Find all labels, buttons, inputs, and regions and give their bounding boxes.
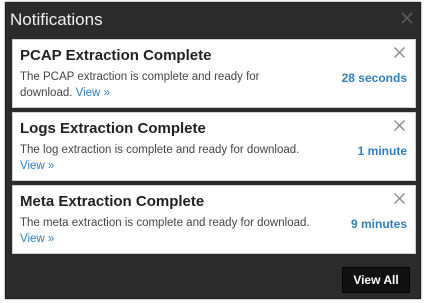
notification-text: The PCAP extraction is complete and read… [20, 71, 260, 99]
view-all-button[interactable]: View All [342, 267, 410, 293]
notification-text: The meta extraction is complete and read… [20, 217, 310, 229]
view-link[interactable]: View » [20, 160, 54, 172]
notification-title: PCAP Extraction Complete [20, 47, 212, 64]
panel-title: Notifications [10, 10, 103, 29]
notification-text: The log extraction is complete and ready… [20, 144, 300, 156]
notification-card: PCAP Extraction Complete The PCAP extrac… [12, 39, 416, 108]
view-link[interactable]: View » [20, 233, 54, 245]
dismiss-icon[interactable] [393, 46, 406, 59]
notification-title: Meta Extraction Complete [20, 193, 205, 210]
dismiss-icon[interactable] [393, 119, 406, 132]
close-icon[interactable] [400, 11, 414, 25]
panel-header: Notifications [6, 3, 420, 35]
dismiss-icon[interactable] [393, 192, 406, 205]
view-link[interactable]: View » [76, 87, 110, 99]
notification-card: Logs Extraction Complete The log extract… [12, 112, 416, 181]
notification-card: Meta Extraction Complete The meta extrac… [12, 185, 416, 254]
notification-description: The log extraction is complete and ready… [20, 142, 310, 174]
notification-description: The meta extraction is complete and read… [20, 215, 310, 247]
notification-list: PCAP Extraction Complete The PCAP extrac… [12, 39, 416, 258]
notification-title: Logs Extraction Complete [20, 120, 206, 137]
notification-time: 1 minute [357, 144, 407, 158]
notification-time: 9 minutes [350, 217, 407, 231]
notifications-panel: Notifications PCAP Extraction Complete T… [5, 2, 421, 299]
notification-description: The PCAP extraction is complete and read… [20, 69, 310, 101]
notification-time: 28 seconds [341, 71, 407, 85]
